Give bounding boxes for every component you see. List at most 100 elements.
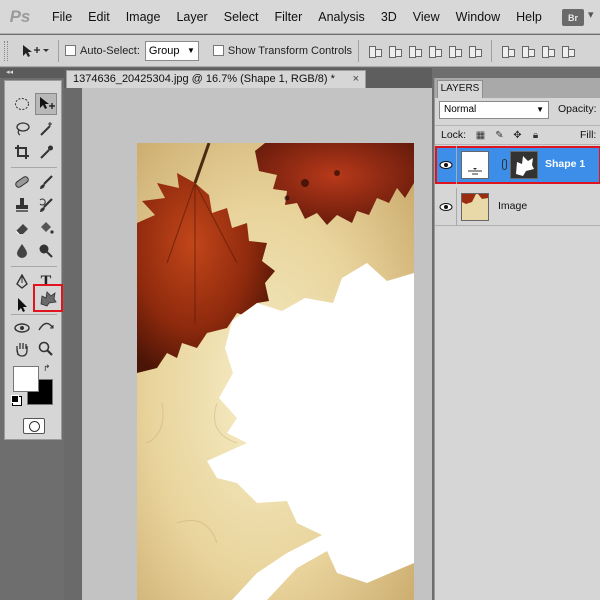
toolbox-separator <box>11 266 57 267</box>
blur-tool-icon[interactable] <box>11 240 33 262</box>
menu-select[interactable]: Select <box>216 0 267 34</box>
lock-transparency-icon[interactable]: ▦ <box>475 130 486 141</box>
image-thumbnail-art <box>462 194 488 220</box>
clone-stamp-tool-icon[interactable] <box>11 194 33 216</box>
move-tool-icon[interactable] <box>35 93 57 115</box>
menu-view[interactable]: View <box>405 0 448 34</box>
menu-help[interactable]: Help <box>508 0 550 34</box>
arrow-icon <box>18 298 27 312</box>
3d-rotate-tool-icon[interactable] <box>11 317 33 339</box>
menu-window[interactable]: Window <box>448 0 508 34</box>
align-bottom-icon[interactable] <box>408 44 423 58</box>
dodge-tool-icon[interactable] <box>35 240 57 262</box>
hand-tool-icon[interactable] <box>11 338 33 360</box>
layer-row-shape-1[interactable]: Shape 1 <box>435 146 600 184</box>
toolbox-separator <box>11 167 57 168</box>
bridge-button[interactable]: Br <box>562 9 584 26</box>
marquee-icon <box>15 98 29 110</box>
path-selection-tool-icon[interactable] <box>11 294 33 316</box>
distribute-left-icon[interactable] <box>561 44 576 58</box>
leaf-mask-icon <box>516 156 534 176</box>
menu-analysis[interactable]: Analysis <box>310 0 373 34</box>
layer-name-shape-1: Shape 1 <box>545 158 586 170</box>
lasso-tool-icon[interactable] <box>11 118 33 140</box>
options-separator <box>358 39 360 62</box>
auto-select-dropdown[interactable]: Group ▼ <box>144 40 199 61</box>
eyedropper-tool-icon[interactable] <box>35 141 57 163</box>
menu-overflow-icon[interactable]: ▾ <box>588 8 594 21</box>
panel-edge <box>64 88 82 600</box>
pen-tool-icon[interactable] <box>11 271 33 293</box>
history-brush-icon <box>39 198 53 212</box>
quick-selection-tool-icon[interactable] <box>35 118 57 140</box>
menu-image[interactable]: Image <box>118 0 169 34</box>
align-horizontal-center-icon[interactable] <box>448 44 463 58</box>
custom-shape-tool-icon[interactable] <box>33 284 63 312</box>
zoom-tool-icon[interactable] <box>35 338 57 360</box>
toolbox-separator <box>11 314 57 315</box>
layer-row-image[interactable]: Image <box>435 188 600 226</box>
document-canvas[interactable] <box>137 143 414 600</box>
toolbox: T ↱ <box>4 80 63 440</box>
options-separator <box>58 39 59 62</box>
menu-file[interactable]: File <box>40 0 80 34</box>
link-icon[interactable] <box>502 159 507 170</box>
bandage-icon <box>15 176 29 188</box>
align-left-icon[interactable] <box>428 44 443 58</box>
blend-mode-dropdown[interactable]: Normal ▼ <box>439 101 549 119</box>
chevron-down-icon: ▼ <box>536 105 544 114</box>
menu-filter[interactable]: Filter <box>266 0 310 34</box>
align-right-icon[interactable] <box>468 44 483 58</box>
distribute-center-icon[interactable] <box>521 44 536 58</box>
healing-brush-tool-icon[interactable] <box>11 171 33 193</box>
crop-tool-icon[interactable] <box>11 141 33 163</box>
close-icon[interactable]: × <box>353 71 359 88</box>
paint-bucket-tool-icon[interactable] <box>35 217 57 239</box>
document-tab[interactable]: 1374636_20425304.jpg @ 16.7% (Shape 1, R… <box>66 70 366 88</box>
move-preset-icon <box>23 44 49 57</box>
toolbox-collapse-strip[interactable]: ◂◂ <box>0 68 64 78</box>
eraser-tool-icon[interactable] <box>11 217 33 239</box>
options-separator <box>491 39 493 62</box>
menu-layer[interactable]: Layer <box>168 0 215 34</box>
pen-icon <box>16 274 28 289</box>
auto-select-label: Auto-Select: <box>80 44 140 57</box>
auto-select-checkbox[interactable] <box>65 45 76 56</box>
quick-mask-button[interactable] <box>23 418 45 434</box>
marquee-tool-icon[interactable] <box>11 93 33 115</box>
move-tool-preset-icon[interactable] <box>16 39 52 63</box>
brush-tool-icon[interactable] <box>35 171 57 193</box>
align-vertical-center-icon[interactable] <box>388 44 403 58</box>
layer-thumbnail <box>461 151 489 179</box>
lock-position-icon[interactable]: ✥ <box>512 130 523 141</box>
visibility-toggle[interactable] <box>435 188 457 226</box>
visibility-toggle[interactable] <box>435 146 457 184</box>
photoshop-logo: Ps <box>9 6 31 26</box>
foreground-color-swatch[interactable] <box>13 366 39 392</box>
menu-edit[interactable]: Edit <box>80 0 118 34</box>
3d-rotate-icon <box>14 323 30 333</box>
droplet-icon <box>17 244 27 258</box>
fill-layer-icon <box>468 168 482 175</box>
transform-controls-checkbox[interactable] <box>212 45 224 56</box>
auto-select-value: Group <box>148 44 180 57</box>
layers-tab[interactable]: LAYERS <box>437 80 483 98</box>
options-grip[interactable] <box>4 40 8 61</box>
transform-controls-label: Show Transform Controls <box>227 44 353 57</box>
swap-colors-icon[interactable]: ↱ <box>43 363 51 374</box>
menu-3d[interactable]: 3D <box>373 0 405 34</box>
magic-wand-icon <box>40 122 52 136</box>
default-colors-icon[interactable] <box>11 395 19 403</box>
lock-all-icon[interactable]: 🔒︎ <box>530 130 541 141</box>
distribute-top-icon[interactable] <box>501 44 516 58</box>
lock-label: Lock: <box>441 129 467 141</box>
align-top-icon[interactable] <box>368 44 383 58</box>
distribute-bottom-icon[interactable] <box>541 44 556 58</box>
lock-pixels-icon[interactable]: ✎ <box>494 130 505 141</box>
vector-mask-thumbnail[interactable] <box>510 151 538 179</box>
image-layer-thumbnail <box>461 193 489 221</box>
document-tab-title: 1374636_20425304.jpg @ 16.7% (Shape 1, R… <box>73 73 335 85</box>
move-icon <box>40 97 55 109</box>
3d-orbit-tool-icon[interactable] <box>35 317 57 339</box>
history-brush-tool-icon[interactable] <box>35 194 57 216</box>
